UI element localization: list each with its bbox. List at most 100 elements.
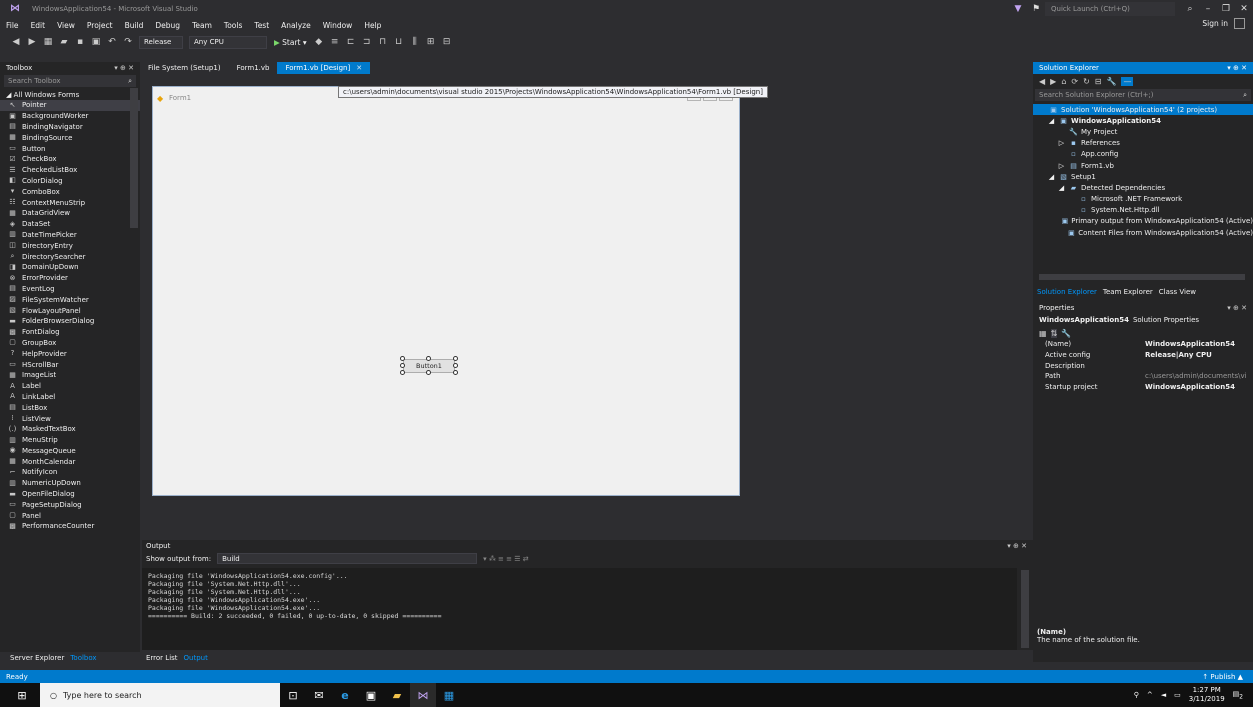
taskbar-search-input[interactable]: ○ Type here to search (40, 683, 280, 707)
property-value[interactable]: WindowsApplication54 (1145, 340, 1235, 351)
toolbox-item-domainupdown[interactable]: ◨ DomainUpDown (0, 262, 140, 273)
expand-arrow-icon[interactable]: ◢ (1047, 117, 1056, 125)
toolbox-item-bindingnavigator[interactable]: ▤ BindingNavigator (0, 122, 140, 133)
spacing-icon[interactable]: ⫼ (409, 36, 421, 48)
close-tab-icon[interactable]: ✕ (356, 64, 362, 72)
new-project-icon[interactable]: ▦ (42, 36, 54, 48)
panel-controls-icon[interactable]: ▾ ⊕ ✕ (1227, 304, 1247, 312)
solution-explorer-search-input[interactable]: Search Solution Explorer (Ctrl+;) ⌕ (1035, 89, 1251, 101)
toolbox-item-datetimepicker[interactable]: ▥ DateTimePicker (0, 230, 140, 241)
refresh-icon[interactable]: ↻ (1083, 77, 1090, 86)
tab-form1-vb[interactable]: Form1.vb (229, 62, 278, 74)
property-value[interactable]: WindowsApplication54 (1145, 383, 1235, 394)
toolbox-item-button[interactable]: ▭ Button (0, 143, 140, 154)
toolbox-item-menustrip[interactable]: ▥ MenuStrip (0, 435, 140, 446)
minimize-button[interactable]: – (1199, 4, 1217, 14)
resize-handle[interactable] (426, 370, 431, 375)
network-icon[interactable]: ▭ (1174, 691, 1181, 699)
file-explorer-icon[interactable]: ▰ (384, 683, 410, 707)
output-source-dropdown[interactable]: Build (217, 553, 478, 564)
search-icon[interactable]: ⌕ (1181, 4, 1199, 14)
tree-node[interactable]: ▫ App.config (1033, 149, 1253, 160)
property-row[interactable]: Path c:\users\admin\documents\vi (1033, 372, 1253, 383)
menu-edit[interactable]: Edit (25, 21, 52, 30)
output-text-area[interactable]: Packaging file 'WindowsApplication54.exe… (142, 568, 1017, 650)
toolbox-item-datagridview[interactable]: ▦ DataGridView (0, 208, 140, 219)
toolbox-item-dataset[interactable]: ◈ DataSet (0, 219, 140, 230)
avatar[interactable] (1234, 18, 1245, 29)
alphabetical-icon[interactable]: ⇅ (1050, 328, 1058, 338)
back-icon[interactable]: ◀ (10, 36, 22, 48)
align-top-icon[interactable]: ⊓ (377, 36, 389, 48)
align-center-icon[interactable]: ⊐ (361, 36, 373, 48)
resize-handle[interactable] (453, 356, 458, 361)
tree-node[interactable]: 🔧 My Project (1033, 126, 1253, 137)
toolbox-item-flowlayoutpanel[interactable]: ▧ FlowLayoutPanel (0, 305, 140, 316)
browser-link-icon[interactable]: ◆ (313, 36, 325, 48)
toolbox-item-checkedlistbox[interactable]: ☰ CheckedListBox (0, 165, 140, 176)
toolbox-scrollbar[interactable] (130, 88, 138, 228)
toolbox-item-imagelist[interactable]: ▦ ImageList (0, 370, 140, 381)
toolbox-group-header[interactable]: ◢ All Windows Forms (0, 89, 140, 100)
align-left-icon[interactable]: ⊏ (345, 36, 357, 48)
menu-test[interactable]: Test (248, 21, 275, 30)
menu-analyze[interactable]: Analyze (275, 21, 317, 30)
back-icon[interactable]: ◀ (1039, 77, 1045, 86)
expand-arrow-icon[interactable]: ◢ (1047, 173, 1056, 181)
clock[interactable]: 1:27 PM 3/11/2019 (1189, 686, 1225, 704)
tab-team-explorer[interactable]: Team Explorer (1103, 288, 1153, 296)
property-row[interactable]: Description (1033, 362, 1253, 373)
toolbox-item-filesystemwatcher[interactable]: ▨ FileSystemWatcher (0, 294, 140, 305)
store-icon[interactable]: ▣ (358, 683, 384, 707)
toolbox-item-maskedtextbox[interactable]: (.) MaskedTextBox (0, 424, 140, 435)
output-scrollbar[interactable] (1021, 570, 1029, 648)
toolbox-item-helpprovider[interactable]: ? HelpProvider (0, 348, 140, 359)
mail-icon[interactable]: ✉ (306, 683, 332, 707)
resize-handle[interactable] (400, 363, 405, 368)
toolbox-item-directoryentry[interactable]: ◫ DirectoryEntry (0, 240, 140, 251)
properties-icon[interactable]: 🔧 (1107, 77, 1117, 86)
windows-start-icon[interactable]: ⊞ (10, 689, 34, 702)
solution-platform-dropdown[interactable]: Any CPU (189, 35, 267, 49)
close-button[interactable]: ✕ (1235, 4, 1253, 14)
toolbox-item-errorprovider[interactable]: ⊗ ErrorProvider (0, 273, 140, 284)
tree-node[interactable]: ▣ Content Files from WindowsApplication54… (1033, 227, 1253, 238)
toolbox-item-bindingsource[interactable]: ▦ BindingSource (0, 132, 140, 143)
property-row[interactable]: (Name) WindowsApplication54 (1033, 340, 1253, 351)
menu-window[interactable]: Window (317, 21, 359, 30)
preview-icon[interactable]: — (1121, 76, 1134, 86)
sync-icon[interactable]: ⟳ (1071, 77, 1078, 86)
toolbox-item-fontdialog[interactable]: ▩ FontDialog (0, 327, 140, 338)
people-icon[interactable]: ⚲ (1134, 691, 1139, 699)
resize-handle[interactable] (400, 370, 405, 375)
toolbox-item-combobox[interactable]: ▾ ComboBox (0, 186, 140, 197)
property-row[interactable]: Startup project WindowsApplication54 (1033, 383, 1253, 394)
align-middle-icon[interactable]: ⊔ (393, 36, 405, 48)
toolbox-search-input[interactable]: Search Toolbox ⌕ (4, 75, 136, 87)
volume-icon[interactable]: ◄ (1161, 691, 1166, 699)
grid-icon[interactable]: ⊟ (441, 36, 453, 48)
home-icon[interactable]: ⌂ (1061, 77, 1066, 86)
publish-button[interactable]: ↑ Publish ▲ (1202, 673, 1243, 681)
toolbox-item-monthcalendar[interactable]: ▦ MonthCalendar (0, 456, 140, 467)
tab-output[interactable]: Output (184, 654, 208, 662)
toolbox-item-eventlog[interactable]: ▤ EventLog (0, 284, 140, 295)
toolbox-item-panel[interactable]: ▢ Panel (0, 510, 140, 521)
open-file-icon[interactable]: ▰ (58, 36, 70, 48)
property-value[interactable]: Release|Any CPU (1145, 351, 1212, 362)
filter-icon[interactable]: ▼ (1009, 4, 1027, 14)
tree-node[interactable]: ▣ Solution 'WindowsApplication54' (2 proj… (1033, 104, 1253, 116)
menu-file[interactable]: File (0, 21, 25, 30)
tab-toolbox[interactable]: Toolbox (70, 654, 96, 662)
form1-client-area[interactable]: Button1 (153, 109, 739, 495)
sign-in-link[interactable]: Sign in (1202, 19, 1228, 28)
tab-server-explorer[interactable]: Server Explorer (10, 654, 64, 662)
notification-center-icon[interactable]: ▤2 (1233, 690, 1243, 700)
toolbox-item-listview[interactable]: ⁞ ListView (0, 413, 140, 424)
resize-handle[interactable] (426, 356, 431, 361)
show-hidden-icons[interactable]: ^ (1147, 691, 1153, 699)
tree-node[interactable]: ◢ ▰ Detected Dependencies (1033, 182, 1253, 193)
clear-output-icon[interactable]: ▾ ⁂ ≡ ≡ ☰ ⇄ (483, 555, 529, 563)
resize-handle[interactable] (400, 356, 405, 361)
toolbox-item-messagequeue[interactable]: ◉ MessageQueue (0, 446, 140, 457)
